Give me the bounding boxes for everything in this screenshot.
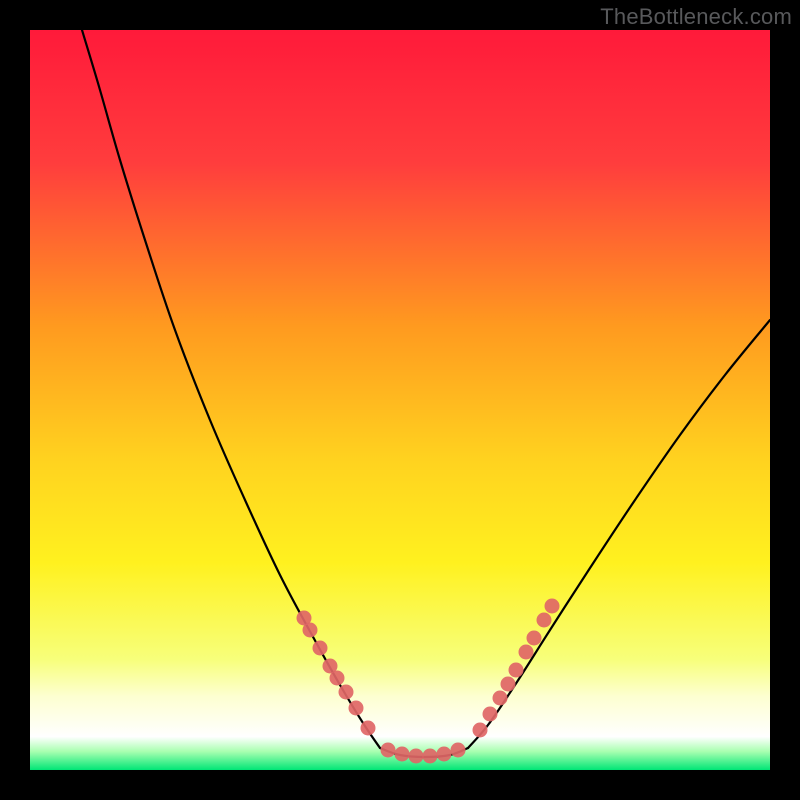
point-left-dots-5 [339, 685, 354, 700]
point-bottom-dots-2 [409, 749, 424, 764]
point-bottom-dots-0 [381, 743, 396, 758]
point-right-dots-8 [545, 599, 560, 614]
point-right-dots-3 [501, 677, 516, 692]
point-right-dots-7 [537, 613, 552, 628]
point-bottom-dots-5 [451, 743, 466, 758]
point-right-dots-0 [473, 723, 488, 738]
point-left-dots-7 [361, 721, 376, 736]
point-right-dots-2 [493, 691, 508, 706]
point-right-dots-5 [519, 645, 534, 660]
point-right-dots-1 [483, 707, 498, 722]
point-left-dots-6 [349, 701, 364, 716]
watermark-label: TheBottleneck.com [600, 4, 792, 30]
point-left-dots-2 [313, 641, 328, 656]
point-bottom-dots-1 [395, 747, 410, 762]
plot-area [30, 30, 770, 770]
chart-frame: TheBottleneck.com [0, 0, 800, 800]
point-right-dots-6 [527, 631, 542, 646]
point-bottom-dots-3 [423, 749, 438, 764]
point-left-dots-1 [303, 623, 318, 638]
chart-background [30, 30, 770, 770]
point-right-dots-4 [509, 663, 524, 678]
point-left-dots-4 [330, 671, 345, 686]
point-bottom-dots-4 [437, 747, 452, 762]
chart-svg [30, 30, 770, 770]
